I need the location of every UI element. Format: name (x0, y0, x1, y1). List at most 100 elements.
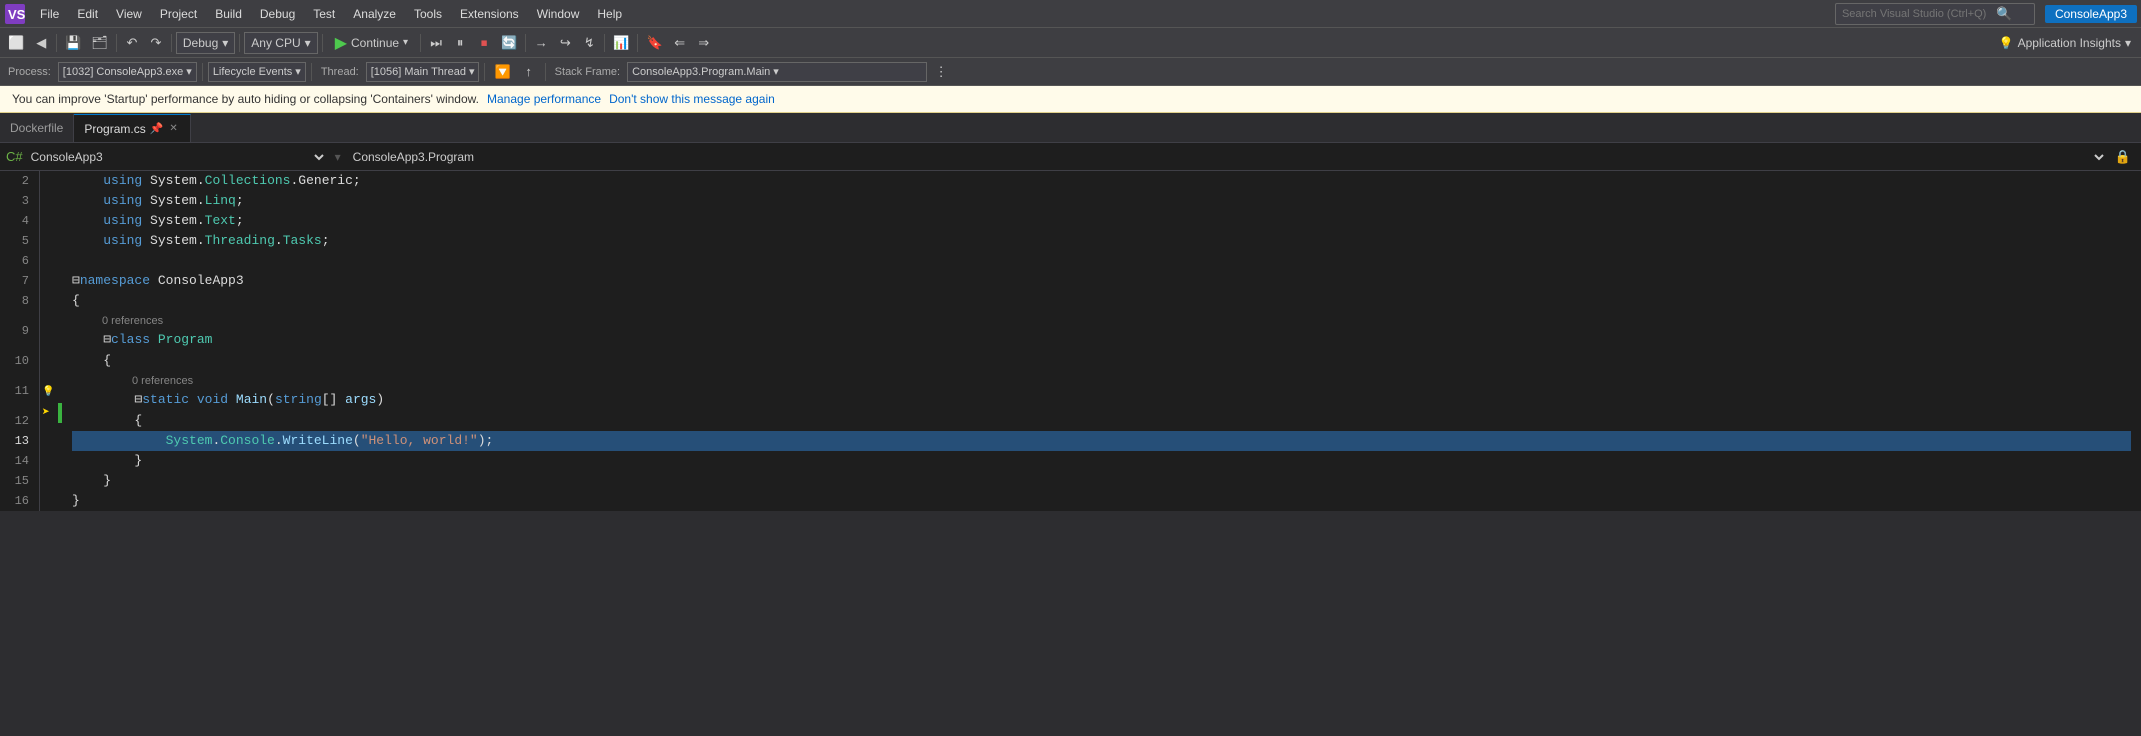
platform-dropdown[interactable]: Any CPU ▾ (244, 32, 317, 54)
lightbulb-hint: 💡 (42, 383, 54, 403)
dismiss-link[interactable]: Don't show this message again (609, 92, 775, 106)
manage-performance-link[interactable]: Manage performance (487, 92, 601, 106)
line-num-13: 13 (6, 431, 29, 451)
code-content[interactable]: using System.Collections.Generic; using … (62, 171, 2141, 511)
class-dropdown[interactable]: ConsoleApp3.Program (349, 149, 2107, 165)
tab-program-cs-label: Program.cs (84, 122, 145, 136)
separator-d4 (545, 63, 546, 81)
step-over2-btn[interactable]: ↯ (578, 32, 600, 54)
platform-label: Any CPU (251, 36, 300, 50)
platform-arrow: ▾ (305, 36, 311, 50)
step-into-btn[interactable]: → (530, 32, 552, 54)
line-num-2: 2 (6, 171, 29, 191)
tab-bar: Dockerfile Program.cs 📌 ✕ (0, 113, 2141, 143)
editor-gutter: ➤ 💡 (40, 171, 62, 511)
stack-label: Stack Frame: (551, 66, 624, 78)
process-dropdown[interactable]: [1032] ConsoleApp3.exe ▾ (58, 62, 197, 82)
thread-dropdown[interactable]: [1056] Main Thread ▾ (366, 62, 480, 82)
thread-value: [1056] Main Thread (371, 66, 466, 78)
search-input[interactable] (1842, 8, 1992, 20)
continue-button[interactable]: ▶ Continue ▾ (327, 32, 416, 54)
filter-btn[interactable]: 🔽 (490, 61, 514, 83)
separator-3 (171, 34, 172, 52)
pause-btn[interactable]: ⏸ (449, 32, 471, 54)
line-num-16: 16 (6, 491, 29, 511)
code-editor[interactable]: 2 3 4 5 6 7 8 9 10 11 12 13 14 15 16 ➤ 💡 (0, 171, 2141, 511)
menu-tools[interactable]: Tools (406, 5, 450, 23)
lock-btn[interactable]: 🔒 (2111, 146, 2135, 168)
menu-help[interactable]: Help (589, 5, 630, 23)
debug-config-label: Debug (183, 36, 218, 50)
separator-d2 (311, 63, 312, 81)
menu-bar: VS File Edit View Project Build Debug Te… (0, 0, 2141, 28)
line-num-4: 4 (6, 211, 29, 231)
code-line-16: } (72, 491, 2131, 511)
separator-7 (525, 34, 526, 52)
line-num-7: 7 (6, 271, 29, 291)
stack-dropdown[interactable]: ConsoleApp3.Program.Main ▾ (627, 62, 927, 82)
nav-separator: ▾ (335, 150, 341, 164)
search-box[interactable]: 🔍 (1835, 3, 2035, 25)
menu-window[interactable]: Window (529, 5, 588, 23)
search-icon: 🔍 (1996, 6, 2012, 22)
diagnostic-btn[interactable]: 📊 (609, 32, 633, 54)
menu-debug[interactable]: Debug (252, 5, 303, 23)
line-numbers: 2 3 4 5 6 7 8 9 10 11 12 13 14 15 16 (0, 171, 40, 511)
code-line-10: { (72, 351, 2131, 371)
ai-insights-label: Application Insights (2018, 36, 2121, 50)
debug-config-dropdown[interactable]: Debug ▾ (176, 32, 235, 54)
code-line-8: { (72, 291, 2131, 311)
account-button[interactable]: ConsoleApp3 (2045, 5, 2137, 23)
process-arrow: ▾ (186, 65, 192, 78)
thread-label: Thread: (317, 66, 363, 78)
main-toolbar: ⬜ ◀ 💾 🗂 ↶ ↷ Debug ▾ Any CPU ▾ ▶ Continue… (0, 28, 2141, 58)
tab-close-btn[interactable]: ✕ (167, 122, 179, 135)
new-button[interactable]: ⬜ (4, 32, 28, 54)
separator-d3 (484, 63, 485, 81)
tab-dockerfile[interactable]: Dockerfile (0, 114, 74, 142)
prev-btn[interactable]: ⇐ (669, 32, 691, 54)
save-button[interactable]: 💾 (61, 32, 85, 54)
up-btn[interactable]: ↑ (518, 61, 540, 83)
ai-insights-btn[interactable]: 💡 Application Insights ▾ (1993, 34, 2137, 52)
project-dropdown[interactable]: ConsoleApp3 (27, 149, 327, 165)
back-button[interactable]: ◀ (30, 32, 52, 54)
line-num-6: 6 (6, 251, 29, 271)
code-line-5: using System.Threading.Tasks; (72, 231, 2131, 251)
menu-edit[interactable]: Edit (69, 5, 106, 23)
menu-view[interactable]: View (108, 5, 150, 23)
save-all-button[interactable]: 🗂 (87, 32, 112, 54)
next-btn[interactable]: ⇒ (693, 32, 715, 54)
menu-analyze[interactable]: Analyze (345, 5, 404, 23)
code-line-7: ⊟namespace ConsoleApp3 (72, 271, 2131, 291)
menu-file[interactable]: File (32, 5, 67, 23)
line-num-5: 5 (6, 231, 29, 251)
lifecycle-arrow: ▾ (295, 65, 301, 78)
menu-build[interactable]: Build (207, 5, 250, 23)
thread-arrow: ▾ (469, 65, 475, 78)
line-num-3: 3 (6, 191, 29, 211)
code-line-15: } (72, 471, 2131, 491)
step-over-btn[interactable]: ⏭ (425, 32, 447, 54)
redo-button[interactable]: ↷ (145, 32, 167, 54)
restart-btn[interactable]: 🔄 (497, 32, 521, 54)
debug-config-arrow: ▾ (222, 36, 228, 50)
stack-expand-btn[interactable]: ⋮ (930, 61, 952, 83)
tab-program-cs[interactable]: Program.cs 📌 ✕ (74, 114, 190, 142)
line-num-11: 11 (6, 371, 29, 411)
ai-insights-arrow: ▾ (2125, 36, 2131, 50)
bookmark-btn[interactable]: 🔖 (642, 32, 666, 54)
step-out-btn[interactable]: ↪ (554, 32, 576, 54)
lifecycle-dropdown[interactable]: Lifecycle Events ▾ (208, 62, 306, 82)
csharp-icon: C# (6, 149, 23, 164)
separator-6 (420, 34, 421, 52)
separator-1 (56, 34, 57, 52)
menu-extensions[interactable]: Extensions (452, 5, 527, 23)
code-line-6 (72, 251, 2131, 271)
stop-btn[interactable]: ⏹ (473, 32, 495, 54)
lightbulb-icon: 💡 (1999, 36, 2014, 50)
undo-button[interactable]: ↶ (121, 32, 143, 54)
menu-project[interactable]: Project (152, 5, 205, 23)
line-num-10: 10 (6, 351, 29, 371)
menu-test[interactable]: Test (305, 5, 343, 23)
